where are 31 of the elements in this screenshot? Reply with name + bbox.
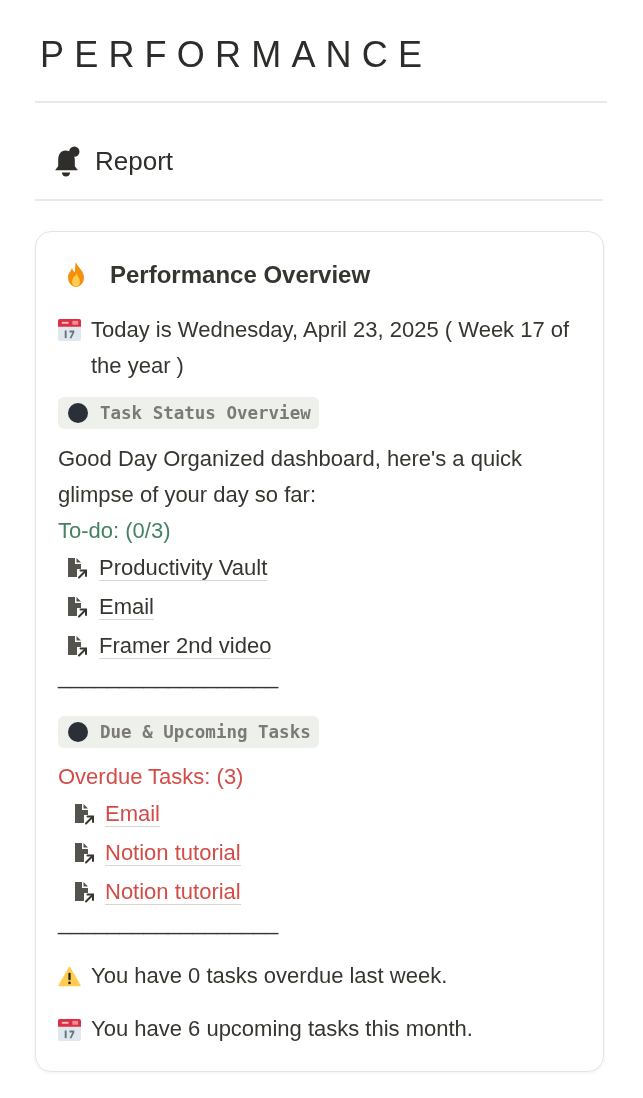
page-link-icon <box>67 556 87 579</box>
page-link-icon <box>74 880 94 903</box>
page-link[interactable]: Notion tutorial <box>105 839 241 866</box>
chip-text: Task Status Overview <box>100 402 311 424</box>
underscore-rule: __________________ <box>58 665 279 689</box>
calendar-icon <box>58 318 81 341</box>
calendar-icon <box>58 1017 81 1041</box>
group-heading: To-do: (0/3) <box>58 517 171 545</box>
page-link[interactable]: Email <box>99 593 154 620</box>
page-link-icon <box>74 802 94 825</box>
chip-text: Due & Upcoming Tasks <box>100 721 311 743</box>
page-link[interactable]: Email <box>105 800 160 827</box>
note-text: You have 6 upcoming tasks this month. <box>91 1015 473 1043</box>
page-link-icon <box>67 634 87 657</box>
group-heading: Overdue Tasks: (3) <box>58 763 244 791</box>
note-text: You have 0 tasks overdue last week. <box>91 962 448 990</box>
circle-icon <box>68 403 88 423</box>
warning-icon <box>58 965 81 987</box>
page-link-icon <box>67 595 87 618</box>
page-link-icon <box>74 841 94 864</box>
bell-icon <box>53 144 80 178</box>
underscore-rule: __________________ <box>58 911 279 935</box>
section-title: Report <box>95 145 174 178</box>
card-title: Performance Overview <box>110 260 371 290</box>
circle-icon <box>68 722 88 742</box>
intro-text: Good Day Organized dashboard, here's a quick glimpse of your day so far: <box>58 445 524 509</box>
page-link[interactable]: Productivity Vault <box>99 554 268 581</box>
page-title: PERFORMANCE <box>35 0 607 103</box>
page-link[interactable]: Notion tutorial <box>105 878 241 905</box>
page-link[interactable]: Framer 2nd video <box>99 632 272 659</box>
date-text: Today is Wednesday, April 23, 2025 ( Week 17 of the year ) <box>91 316 571 380</box>
